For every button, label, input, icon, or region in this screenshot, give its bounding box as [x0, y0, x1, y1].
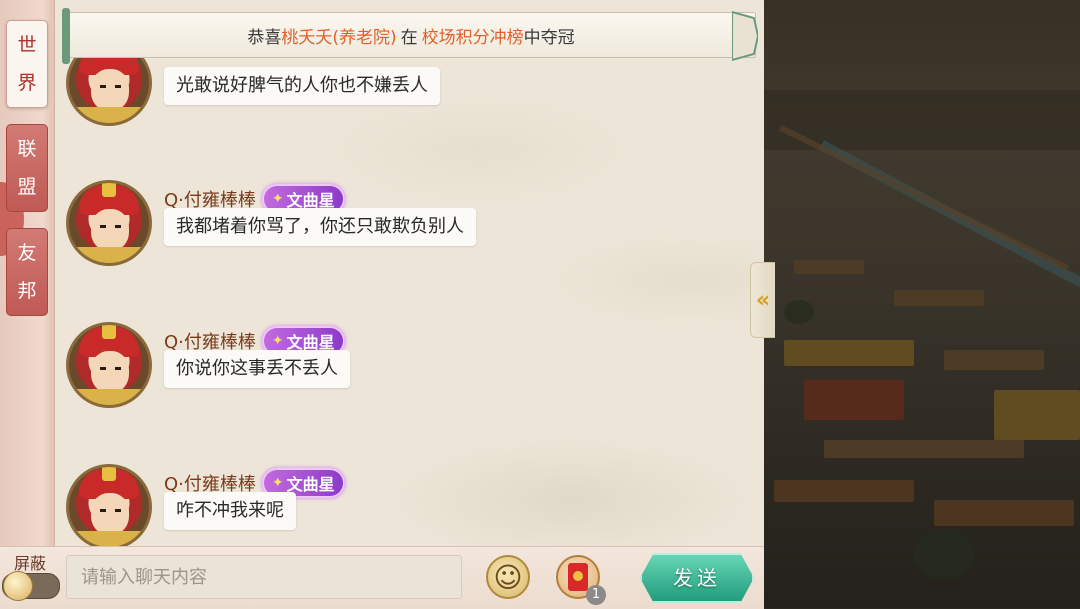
message-bubble: 咋不冲我来呢: [164, 492, 296, 530]
double-chevron-left-icon: «: [755, 287, 771, 313]
chat-input[interactable]: [66, 555, 462, 599]
red-packet-seal: [573, 571, 583, 581]
player-avatar[interactable]: [66, 180, 152, 266]
banner-suffix: 中夺冠: [523, 27, 575, 48]
announcement-banner: 恭喜 桃夭夭(养老院) 在 校场积分冲榜 中夺冠: [62, 8, 760, 64]
scroll-icon: ✦: [271, 333, 284, 349]
red-packet-count-badge: 1: [586, 585, 606, 605]
message-bubble: 你说你这事丢不丢人: [164, 350, 350, 388]
send-button[interactable]: 发送: [640, 553, 754, 603]
message-bubble: 我都堵着你骂了，你还只敢欺负别人: [164, 208, 476, 246]
banner-text: 恭喜 桃夭夭(养老院) 在 校场积分冲榜 中夺冠: [62, 12, 760, 58]
banner-player[interactable]: 桃夭夭(养老院): [281, 23, 396, 48]
tab-alliance-char1: 联: [17, 138, 37, 160]
player-avatar[interactable]: [66, 322, 152, 408]
tab-alliance-char2: 盟: [17, 176, 37, 198]
chat-panel: 世 界 联 盟 友 邦 光敢说好脾气的人你也不嫌丢人 Q·付雍棒棒 ✦ 文曲星 …: [0, 0, 775, 609]
scroll-icon: ✦: [271, 191, 284, 207]
tab-world[interactable]: 世 界: [6, 20, 48, 108]
smiley-face-icon: ☺: [493, 560, 523, 594]
scroll-icon: ✦: [271, 475, 284, 491]
banner-middle: 在: [400, 27, 418, 48]
player-avatar[interactable]: [66, 464, 152, 550]
message-bubble: 光敢说好脾气的人你也不嫌丢人: [164, 67, 440, 105]
tab-alliance[interactable]: 联 盟: [6, 124, 48, 212]
chat-message: Q·付雍棒棒 ✦ 文曲星 我都堵着你骂了，你还只敢欺负别人: [66, 180, 726, 270]
banner-prefix: 恭喜: [247, 27, 282, 48]
collapse-panel-button[interactable]: «: [750, 262, 775, 338]
chat-message: Q·付雍棒棒 ✦ 文曲星 咋不冲我来呢: [66, 464, 726, 554]
block-toggle[interactable]: [2, 571, 60, 601]
tab-world-char1: 世: [17, 34, 37, 56]
title-badge-label: 文曲星: [286, 475, 335, 494]
tab-friends[interactable]: 友 邦: [6, 228, 48, 316]
tab-friends-char1: 友: [17, 242, 37, 264]
banner-event: 校场积分冲榜: [421, 27, 524, 48]
chat-input-bar: 屏蔽 ☺ 1 发送: [0, 546, 764, 609]
tab-friends-char2: 邦: [17, 280, 37, 302]
palace-background: [764, 0, 1080, 608]
emoji-button[interactable]: ☺: [486, 555, 530, 599]
tab-world-char2: 界: [17, 72, 37, 94]
chat-message: Q·付雍棒棒 ✦ 文曲星 你说你这事丢不丢人: [66, 322, 726, 412]
send-button-label: 发送: [673, 566, 721, 590]
toggle-knob: [3, 571, 33, 601]
